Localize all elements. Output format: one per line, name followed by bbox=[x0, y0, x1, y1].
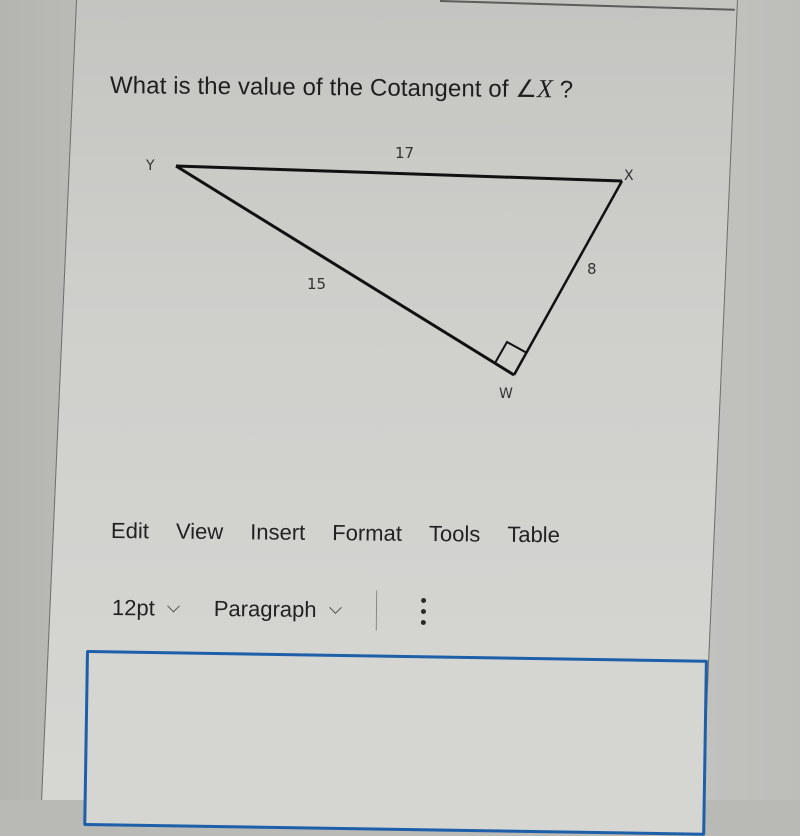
ellipsis-dot bbox=[421, 608, 427, 614]
side-wx bbox=[512, 180, 624, 376]
side-label-yx: 17 bbox=[395, 144, 414, 162]
vertex-label-x: X bbox=[624, 168, 634, 184]
vertex-label-y: Y bbox=[145, 158, 155, 174]
answer-text-editor[interactable] bbox=[83, 650, 708, 836]
more-options-button[interactable] bbox=[417, 595, 430, 626]
vertical-ellipsis-icon bbox=[421, 597, 427, 603]
font-size-select[interactable]: 12pt bbox=[111, 595, 180, 622]
vertex-label-w: W bbox=[499, 386, 513, 402]
side-yx bbox=[175, 164, 623, 183]
menu-tools[interactable]: Tools bbox=[429, 521, 481, 547]
block-format-select[interactable]: Paragraph bbox=[213, 595, 342, 623]
menu-view[interactable]: View bbox=[176, 519, 224, 545]
font-size-value: 12pt bbox=[111, 595, 155, 621]
toolbar-divider bbox=[375, 590, 378, 631]
side-label-wx: 8 bbox=[587, 260, 597, 278]
menu-edit[interactable]: Edit bbox=[111, 518, 149, 544]
ellipsis-dot bbox=[420, 619, 426, 625]
side-yw bbox=[175, 164, 515, 377]
block-format-value: Paragraph bbox=[213, 595, 317, 622]
menu-table[interactable]: Table bbox=[507, 522, 560, 549]
menu-insert[interactable]: Insert bbox=[250, 519, 305, 546]
menu-format[interactable]: Format bbox=[332, 520, 402, 547]
editor-toolbar: 12pt Paragraph bbox=[112, 588, 430, 631]
chevron-down-icon bbox=[328, 600, 342, 614]
editor-menubar: Edit View Insert Format Tools Table bbox=[111, 518, 587, 549]
chevron-down-icon bbox=[166, 599, 180, 612]
side-label-yw: 15 bbox=[307, 275, 326, 293]
